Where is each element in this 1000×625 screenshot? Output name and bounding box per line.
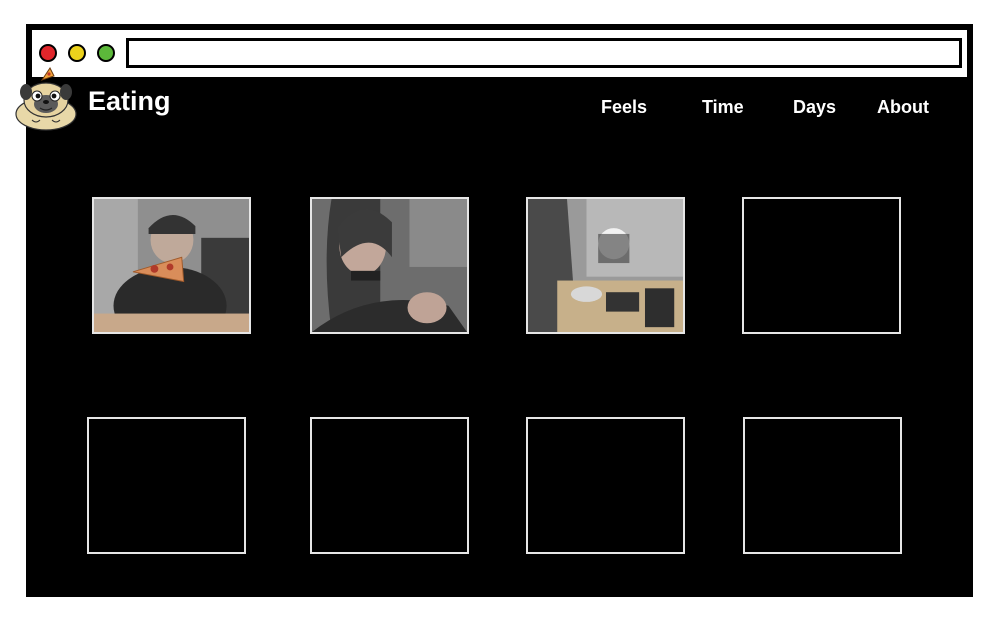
empty-thumbnail-6[interactable]: [310, 417, 469, 554]
address-bar[interactable]: [126, 38, 962, 68]
site-title[interactable]: Eating: [88, 86, 171, 117]
empty-thumbnail-8[interactable]: [743, 417, 902, 554]
video-thumbnail-1[interactable]: [92, 197, 251, 334]
nav-days[interactable]: Days: [793, 97, 836, 118]
nav-feels[interactable]: Feels: [601, 97, 647, 118]
empty-thumbnail-7[interactable]: [526, 417, 685, 554]
video-thumbnail-2[interactable]: [310, 197, 469, 334]
pug-with-pizza-icon[interactable]: [12, 62, 84, 134]
nav-about[interactable]: About: [877, 97, 929, 118]
nav-time[interactable]: Time: [702, 97, 744, 118]
video-thumbnail-3[interactable]: [526, 197, 685, 334]
maximize-window-button[interactable]: [97, 44, 115, 62]
empty-thumbnail-5[interactable]: [87, 417, 246, 554]
browser-toolbar: [32, 30, 967, 80]
minimize-window-button[interactable]: [68, 44, 86, 62]
empty-thumbnail-4[interactable]: [742, 197, 901, 334]
close-window-button[interactable]: [39, 44, 57, 62]
